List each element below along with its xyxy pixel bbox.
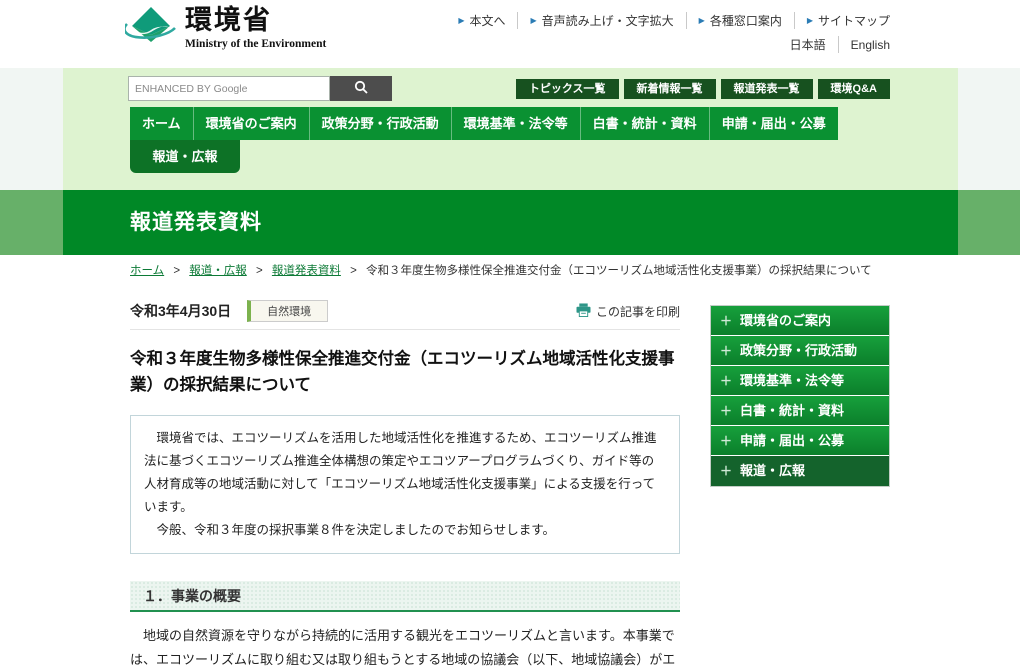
plus-icon: ＋ (720, 426, 732, 456)
utility-link-main-content[interactable]: ▶ 本文へ (446, 12, 518, 29)
global-nav: ホーム 環境省のご案内 政策分野・行政活動 環境基準・法令等 白書・統計・資料 … (130, 107, 838, 140)
breadcrumb-separator: > (350, 265, 357, 277)
button-topics-list[interactable]: トピックス一覧 (516, 79, 619, 99)
page-banner-title: 報道発表資料 (130, 190, 262, 255)
nav-about-moe[interactable]: 環境省のご案内 (194, 107, 310, 140)
search-icon (354, 80, 368, 97)
lang-english[interactable]: English (839, 38, 890, 52)
button-whats-new-list[interactable]: 新着情報一覧 (624, 79, 716, 99)
article-date: 令和3年4月30日 (130, 301, 231, 321)
sidebar-item-label: 報道・広報 (740, 456, 805, 486)
arrow-right-icon: ▶ (807, 16, 813, 25)
plus-icon: ＋ (720, 396, 732, 426)
arrow-right-icon: ▶ (458, 16, 464, 25)
sidebar-item-label: 環境基準・法令等 (740, 366, 844, 396)
article-intro-box: 環境省では、エコツーリズムを活用した地域活性化を推進するため、エコツーリズム推進… (130, 415, 680, 555)
nav-applications[interactable]: 申請・届出・公募 (710, 107, 838, 140)
plus-icon: ＋ (720, 306, 732, 336)
nav-home[interactable]: ホーム (130, 107, 194, 140)
utility-links: ▶ 本文へ ▶ 音声読み上げ・文字拡大 ▶ 各種窓口案内 ▶ サイトマップ (446, 12, 890, 29)
sidebar-item-about-moe[interactable]: ＋ 環境省のご案内 (711, 306, 889, 336)
sidebar-item-label: 環境省のご案内 (740, 306, 831, 336)
quick-buttons: トピックス一覧 新着情報一覧 報道発表一覧 環境Q&A (516, 79, 890, 99)
utility-link-label: 各種窓口案内 (710, 12, 782, 29)
button-env-qa[interactable]: 環境Q&A (818, 79, 890, 99)
article-meta-row: 令和3年4月30日 自然環境 この記事を印刷 (130, 300, 680, 330)
sidebar-item-standards-laws[interactable]: ＋ 環境基準・法令等 (711, 366, 889, 396)
logo-subtitle: Ministry of the Environment (185, 38, 326, 50)
breadcrumb: ホーム > 報道・広報 > 報道発表資料 > 令和３年度生物多様性保全推進交付金… (130, 262, 910, 278)
button-press-release-list[interactable]: 報道発表一覧 (721, 79, 813, 99)
print-link[interactable]: この記事を印刷 (576, 303, 680, 320)
logo-text: 環境省 Ministry of the Environment (185, 4, 326, 50)
language-switcher: 日本語 English (778, 36, 890, 53)
sidebar-item-label: 申請・届出・公募 (740, 426, 844, 456)
print-label: この記事を印刷 (596, 303, 680, 320)
printer-icon (576, 303, 591, 320)
search-input[interactable] (128, 76, 330, 101)
utility-link-audio-zoom[interactable]: ▶ 音声読み上げ・文字拡大 (518, 12, 686, 29)
plus-icon: ＋ (720, 366, 732, 396)
sidebar-item-press-pr[interactable]: ＋ 報道・広報 (711, 456, 889, 486)
arrow-right-icon: ▶ (699, 16, 705, 25)
nav-press-pr-active-tab[interactable]: 報道・広報 (130, 140, 240, 173)
breadcrumb-press-release[interactable]: 報道発表資料 (272, 265, 341, 277)
intro-paragraph-2: 今般、令和３年度の採択事業８件を決定しましたのでお知らせします。 (144, 519, 666, 542)
breadcrumb-separator: > (256, 265, 263, 277)
arrow-right-icon: ▶ (530, 16, 536, 25)
plus-icon: ＋ (720, 456, 732, 486)
utility-link-sitemap[interactable]: ▶ サイトマップ (795, 12, 890, 29)
sidebar-item-label: 白書・統計・資料 (740, 396, 844, 426)
sidebar-item-label: 政策分野・行政活動 (740, 336, 857, 366)
nav-policy[interactable]: 政策分野・行政活動 (310, 107, 452, 140)
breadcrumb-current: 令和３年度生物多様性保全推進交付金（エコツーリズム地域活性化支援事業）の採択結果… (366, 265, 872, 277)
section-1-heading: １．事業の概要 (130, 581, 680, 612)
breadcrumb-press-pr[interactable]: 報道・広報 (189, 265, 247, 277)
moe-logo-icon (125, 4, 177, 55)
search-button[interactable] (330, 76, 392, 101)
page: 環境省 Ministry of the Environment ▶ 本文へ ▶ … (0, 0, 1020, 670)
utility-link-contact-guide[interactable]: ▶ 各種窓口案内 (687, 12, 795, 29)
section-1-body: 地域の自然資源を守りながら持続的に活用する観光をエコツーリズムと言います。本事業… (130, 624, 680, 670)
article-title: 令和３年度生物多様性保全推進交付金（エコツーリズム地域活性化支援事業）の採択結果… (130, 346, 690, 399)
sidebar-item-applications[interactable]: ＋ 申請・届出・公募 (711, 426, 889, 456)
breadcrumb-home[interactable]: ホーム (130, 265, 164, 277)
intro-paragraph-1: 環境省では、エコツーリズムを活用した地域活性化を推進するため、エコツーリズム推進… (144, 427, 666, 520)
nav-whitepapers-stats[interactable]: 白書・統計・資料 (581, 107, 710, 140)
header: 環境省 Ministry of the Environment ▶ 本文へ ▶ … (0, 0, 1020, 68)
plus-icon: ＋ (720, 336, 732, 366)
breadcrumb-separator: > (173, 265, 180, 277)
utility-link-label: 音声読み上げ・文字拡大 (542, 12, 674, 29)
article: 令和3年4月30日 自然環境 この記事を印刷 令和３年度生物多様性保全推進交付金… (130, 300, 680, 670)
nav-standards-laws[interactable]: 環境基準・法令等 (452, 107, 581, 140)
lang-japanese[interactable]: 日本語 (778, 36, 839, 53)
sidebar-item-whitepapers-stats[interactable]: ＋ 白書・統計・資料 (711, 396, 889, 426)
logo-title: 環境省 (185, 4, 326, 38)
category-badge[interactable]: 自然環境 (247, 300, 328, 322)
moe-logo[interactable]: 環境省 Ministry of the Environment (125, 4, 326, 55)
utility-link-label: サイトマップ (818, 12, 890, 29)
utility-link-label: 本文へ (469, 12, 505, 29)
sidebar-menu: ＋ 環境省のご案内 ＋ 政策分野・行政活動 ＋ 環境基準・法令等 ＋ 白書・統計… (710, 305, 890, 487)
sidebar-item-policy[interactable]: ＋ 政策分野・行政活動 (711, 336, 889, 366)
